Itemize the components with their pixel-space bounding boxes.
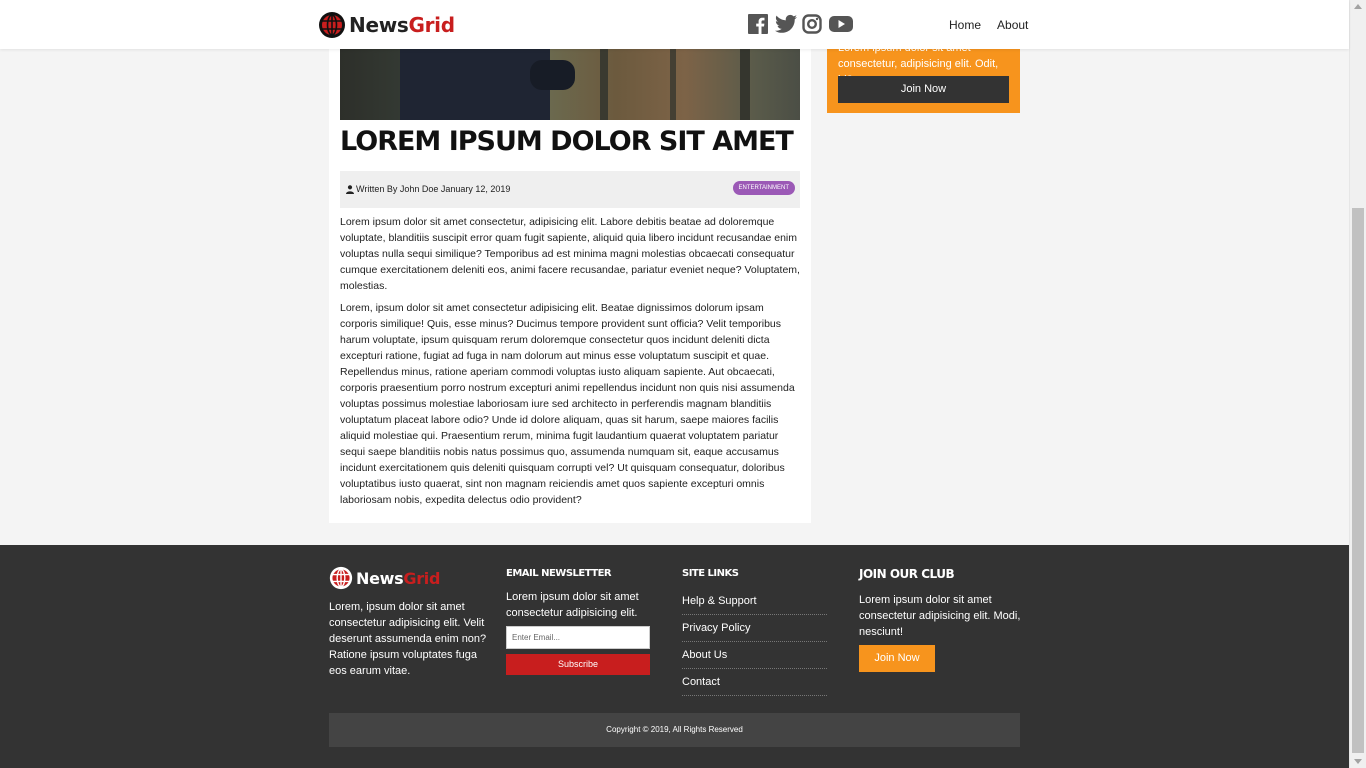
nav-link-home[interactable]: Home — [949, 18, 981, 32]
social-links — [748, 14, 853, 34]
article-paragraph: Lorem, ipsum dolor sit amet consectetur … — [340, 302, 795, 506]
footer-link-about-us[interactable]: About Us — [682, 642, 827, 669]
newsletter-heading: EMAIL NEWSLETTER — [506, 568, 612, 579]
footer-logo-text-news: News — [356, 568, 404, 588]
page-scrollbar[interactable] — [1349, 0, 1366, 768]
scroll-up-icon[interactable] — [1354, 4, 1362, 9]
copyright-bar: Copyright © 2019, All Rights Reserved — [329, 713, 1020, 747]
footer-about-text: Lorem, ipsum dolor sit amet consectetur … — [329, 601, 487, 677]
sidebar-join-button[interactable]: Join Now — [838, 76, 1009, 103]
nav-links: Home About — [949, 18, 1028, 32]
navbar: NewsGrid Home About — [0, 0, 1349, 49]
footer-logo-text-grid: Grid — [403, 568, 441, 588]
logo-text-grid: Grid — [408, 13, 455, 37]
article-meta: Written By John Doe January 12, 2019 ENT… — [340, 171, 800, 208]
youtube-icon[interactable] — [829, 14, 853, 34]
article-author: Written By John Doe January 12, 2019 — [356, 184, 511, 194]
article-paragraph: Lorem ipsum dolor sit amet consectetur, … — [340, 216, 800, 292]
twitter-icon[interactable] — [775, 14, 797, 34]
scrollbar-thumb[interactable] — [1352, 208, 1364, 753]
nav-link-about[interactable]: About — [997, 18, 1028, 32]
instagram-icon[interactable] — [802, 14, 822, 34]
site-links-heading: SITE LINKS — [682, 568, 739, 579]
category-badge[interactable]: ENTERTAINMENT — [732, 181, 795, 195]
site-footer: NewsGrid Lorem, ipsum dolor sit amet con… — [0, 545, 1349, 768]
article-body: Lorem ipsum dolor sit amet consectetur, … — [340, 214, 802, 514]
logo-text-news: News — [349, 13, 409, 37]
club-join-button[interactable]: Join Now — [859, 645, 935, 672]
globe-icon — [319, 12, 345, 38]
site-logo[interactable]: NewsGrid — [318, 11, 455, 39]
club-heading: JOIN OUR CLUB — [859, 567, 955, 581]
user-icon — [346, 184, 354, 194]
article-title: LOREM IPSUM DOLOR SIT AMET — [340, 126, 794, 157]
facebook-icon[interactable] — [748, 14, 768, 34]
newsletter-email-input[interactable]: Enter Email... — [506, 626, 650, 649]
footer-link-contact[interactable]: Contact — [682, 669, 827, 696]
club-text: Lorem ipsum dolor sit amet consectetur a… — [859, 594, 1021, 638]
newsletter-text: Lorem ipsum dolor sit amet consectetur a… — [506, 591, 639, 619]
scroll-down-icon[interactable] — [1354, 759, 1362, 764]
footer-link-privacy-policy[interactable]: Privacy Policy — [682, 615, 827, 642]
footer-link-help-support[interactable]: Help & Support — [682, 588, 827, 615]
subscribe-button[interactable]: Subscribe — [506, 654, 650, 675]
globe-icon — [329, 566, 353, 590]
footer-logo[interactable]: NewsGrid — [329, 566, 440, 590]
article-card: LOREM IPSUM DOLOR SIT AMET Written By Jo… — [329, 0, 811, 523]
site-links-list: Help & Support Privacy Policy About Us C… — [682, 588, 827, 696]
